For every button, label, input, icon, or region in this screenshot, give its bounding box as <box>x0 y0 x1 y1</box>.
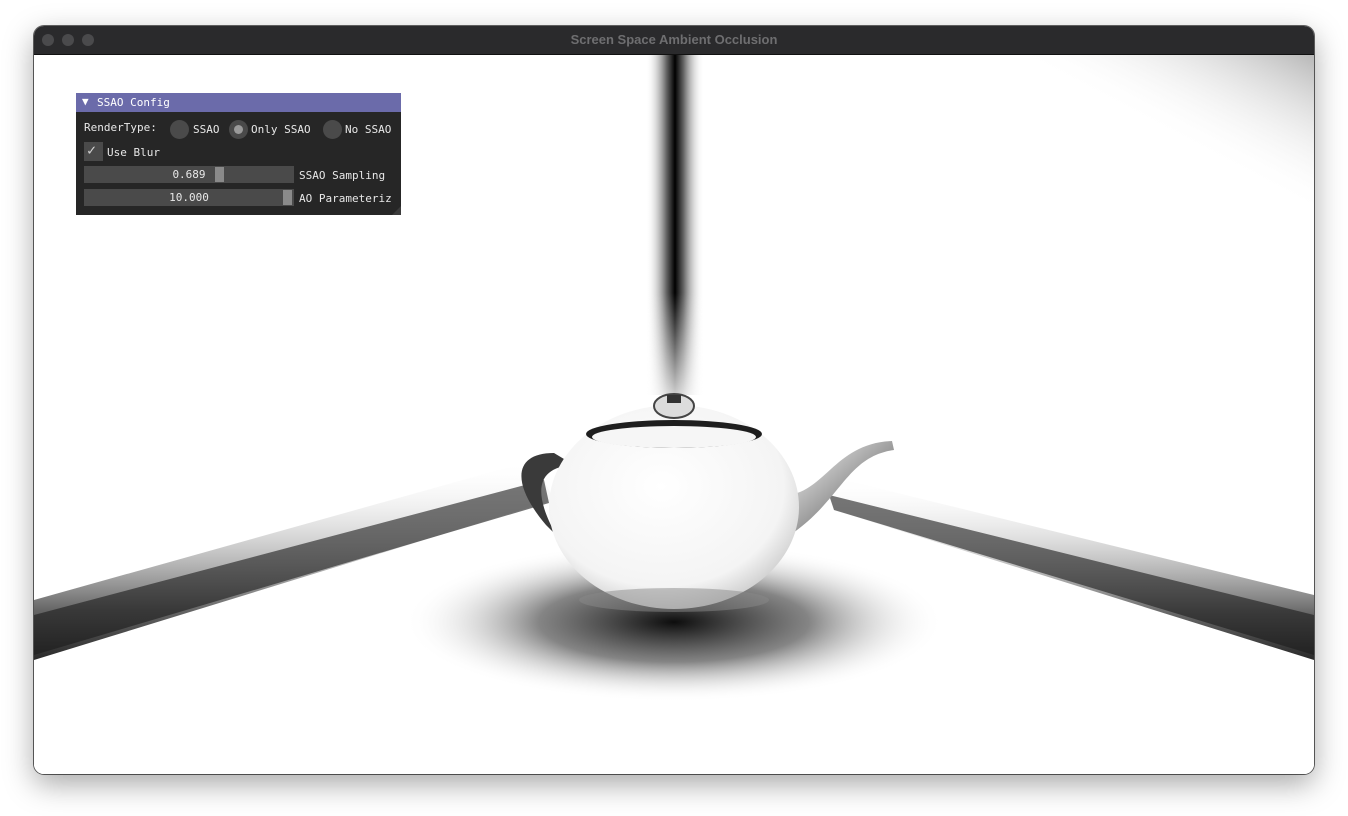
use-blur-checkbox[interactable]: ✓ <box>84 141 103 161</box>
render-type-row: RenderType: SSAO Only SSAO No SSAO <box>84 119 394 139</box>
ao-param-label: AO Parameteriz <box>299 192 392 205</box>
checkmark-icon: ✓ <box>87 141 97 159</box>
radio-ssao-label[interactable]: SSAO <box>193 123 220 136</box>
ao-param-value: 10.000 <box>169 191 209 204</box>
render-viewport[interactable]: ▼ SSAO Config RenderType: SSAO Only SSAO… <box>34 55 1314 774</box>
collapse-arrow-icon[interactable]: ▼ <box>82 95 89 108</box>
ssao-sampling-slider[interactable]: 0.689 <box>84 166 294 183</box>
window-title: Screen Space Ambient Occlusion <box>570 32 778 47</box>
ao-param-slider[interactable]: 10.000 <box>84 189 294 206</box>
use-blur-row: ✓ Use Blur <box>84 141 204 162</box>
render-type-label: RenderType: <box>84 121 157 134</box>
ao-param-grab[interactable] <box>283 190 292 205</box>
radio-ssao[interactable] <box>170 120 189 139</box>
ssao-sampling-grab[interactable] <box>215 167 224 182</box>
use-blur-label[interactable]: Use Blur <box>107 146 160 159</box>
title-bar[interactable]: Screen Space Ambient Occlusion <box>34 26 1314 55</box>
panel-resize-grip[interactable] <box>392 206 401 215</box>
panel-header[interactable]: ▼ SSAO Config <box>76 93 401 112</box>
ssao-sampling-row: 0.689 SSAO Sampling <box>84 166 394 186</box>
radio-only-ssao[interactable] <box>229 120 248 139</box>
panel-title: SSAO Config <box>97 96 170 109</box>
app-window: Screen Space Ambient Occlusion ▼ SSAO Co… <box>34 26 1314 774</box>
radio-only-ssao-label[interactable]: Only SSAO <box>251 123 311 136</box>
radio-no-ssao[interactable] <box>323 120 342 139</box>
ssao-config-panel[interactable]: ▼ SSAO Config RenderType: SSAO Only SSAO… <box>76 93 401 215</box>
radio-no-ssao-label[interactable]: No SSAO <box>345 123 391 136</box>
ao-param-row: 10.000 AO Parameteriz <box>84 189 399 209</box>
ssao-sampling-value: 0.689 <box>172 168 206 181</box>
ssao-sampling-label: SSAO Sampling <box>299 169 386 182</box>
